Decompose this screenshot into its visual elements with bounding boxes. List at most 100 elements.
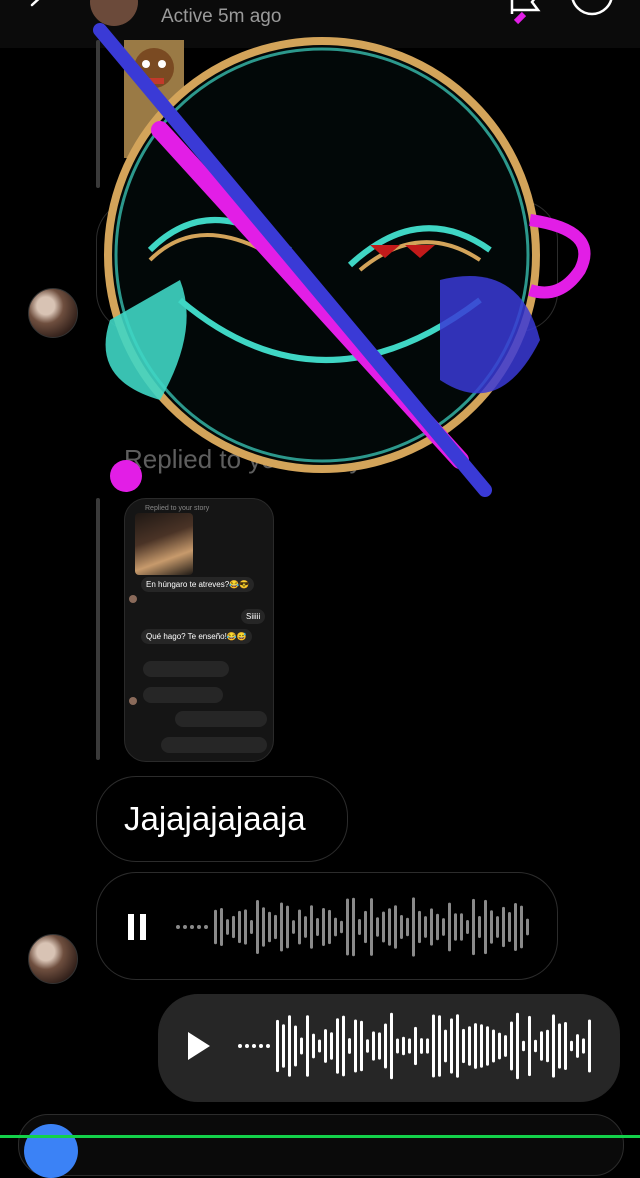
- mini-avatar: [129, 697, 137, 705]
- bear-sticker-icon: [134, 48, 174, 88]
- waveform-bar: [430, 908, 433, 946]
- waveform-bar: [564, 1021, 567, 1071]
- waveform-bar: [432, 1014, 435, 1078]
- waveform-bar: [480, 1024, 483, 1068]
- waveform-bar: [520, 905, 523, 949]
- waveform-bar: [384, 1023, 387, 1069]
- waveform-dot: [259, 1044, 263, 1048]
- waveform-bar: [438, 1015, 441, 1077]
- waveform-bar: [540, 1031, 543, 1061]
- waveform-bar: [364, 910, 367, 944]
- waveform-bar: [490, 910, 493, 944]
- waveform-bar: [322, 907, 325, 947]
- waveform-bar: [526, 918, 529, 936]
- waveform-bar: [346, 898, 349, 956]
- waveform-bar: [442, 918, 445, 936]
- waveform-bar: [256, 900, 259, 954]
- story-card-audio-1: [143, 661, 229, 677]
- waveform-dot: [204, 925, 208, 929]
- story-card-audio-3: [175, 711, 267, 727]
- waveform-bar: [388, 908, 391, 946]
- waveform-bar: [496, 916, 499, 938]
- waveform-bar: [390, 1012, 393, 1080]
- flag-icon[interactable]: [508, 0, 542, 20]
- waveform-dot: [238, 1044, 242, 1048]
- voice-waveform-sent[interactable]: [236, 1010, 596, 1082]
- pause-icon[interactable]: [126, 912, 148, 942]
- waveform-bar: [588, 1019, 591, 1073]
- waveform-bar: [498, 1032, 501, 1060]
- waveform-bar: [372, 1031, 375, 1061]
- waveform-bar: [232, 915, 235, 939]
- waveform-bar: [448, 902, 451, 952]
- info-icon[interactable]: [570, 0, 614, 18]
- waveform-bar: [570, 1040, 573, 1052]
- story-reply-card[interactable]: Replied to your story En húngaro te atre…: [124, 498, 274, 762]
- waveform-bar: [276, 1019, 279, 1073]
- waveform-dot: [266, 1044, 270, 1048]
- waveform-bar: [238, 910, 241, 944]
- waveform-bar: [514, 903, 517, 951]
- waveform-bar: [492, 1029, 495, 1063]
- waveform-bar: [478, 916, 481, 938]
- waveform-bar: [378, 1032, 381, 1060]
- waveform-bar: [298, 909, 301, 945]
- waveform-bar: [348, 1038, 351, 1054]
- waveform-bar: [334, 917, 337, 937]
- waveform-bar: [244, 909, 247, 945]
- contact-avatar-small[interactable]: [28, 288, 78, 338]
- waveform-bar: [558, 1023, 561, 1069]
- replied-to-story-label: Replied to your story: [124, 444, 363, 474]
- waveform-bar: [316, 918, 319, 936]
- waveform-bar: [472, 898, 475, 956]
- mini-avatar: [129, 595, 137, 603]
- waveform-bar: [504, 1035, 507, 1057]
- waveform-bar: [402, 1036, 405, 1056]
- story-portrait-image: [135, 513, 193, 575]
- waveform-bar: [408, 1038, 411, 1054]
- waveform-bar: [534, 1039, 537, 1053]
- waveform-bar: [310, 905, 313, 949]
- waveform-bar: [486, 1026, 489, 1066]
- story-card-message-1: En húngaro te atreves?😂😎: [141, 577, 255, 592]
- contact-avatar[interactable]: [90, 0, 138, 26]
- waveform-bar: [436, 913, 439, 941]
- waveform-bar: [358, 918, 361, 936]
- waveform-bar: [400, 914, 403, 940]
- reply-indicator-bar: [96, 40, 100, 188]
- waveform-bar: [250, 920, 253, 934]
- waveform-bar: [406, 917, 409, 937]
- story-card-replied-text: Replied to your story: [145, 505, 210, 512]
- waveform-bar: [394, 905, 397, 949]
- waveform-dot: [245, 1044, 249, 1048]
- waveform-bar: [370, 898, 373, 956]
- waveform-bar: [546, 1029, 549, 1063]
- back-arrow-icon[interactable]: [28, 0, 50, 16]
- waveform-bar: [324, 1029, 327, 1063]
- play-icon[interactable]: [186, 1030, 212, 1062]
- waveform-bar: [304, 916, 307, 938]
- message-composer[interactable]: [18, 1114, 624, 1176]
- camera-button[interactable]: [24, 1124, 78, 1178]
- waveform-dot: [197, 925, 201, 929]
- story-card-message-2: Qué hago? Te enseño!😂😅: [141, 629, 252, 644]
- waveform-bar: [330, 1032, 333, 1060]
- waveform-bar: [528, 1015, 531, 1077]
- waveform-bar: [306, 1015, 309, 1077]
- waveform-bar: [294, 1025, 297, 1067]
- waveform-bar: [502, 906, 505, 948]
- voice-waveform-received[interactable]: [174, 895, 534, 959]
- story-thumbnail[interactable]: [124, 40, 184, 158]
- waveform-bar: [376, 917, 379, 937]
- waveform-bar: [220, 907, 223, 947]
- waveform-bar: [412, 897, 415, 957]
- waveform-bar: [474, 1023, 477, 1069]
- waveform-bar: [312, 1033, 315, 1059]
- story-card-audio-4: [161, 737, 267, 753]
- waveform-bar: [420, 1038, 423, 1054]
- message-bubble-faded[interactable]: [96, 200, 558, 332]
- waveform-bar: [426, 1038, 429, 1054]
- waveform-bar: [516, 1012, 519, 1080]
- contact-avatar-small[interactable]: [28, 934, 78, 984]
- waveform-bar: [484, 899, 487, 955]
